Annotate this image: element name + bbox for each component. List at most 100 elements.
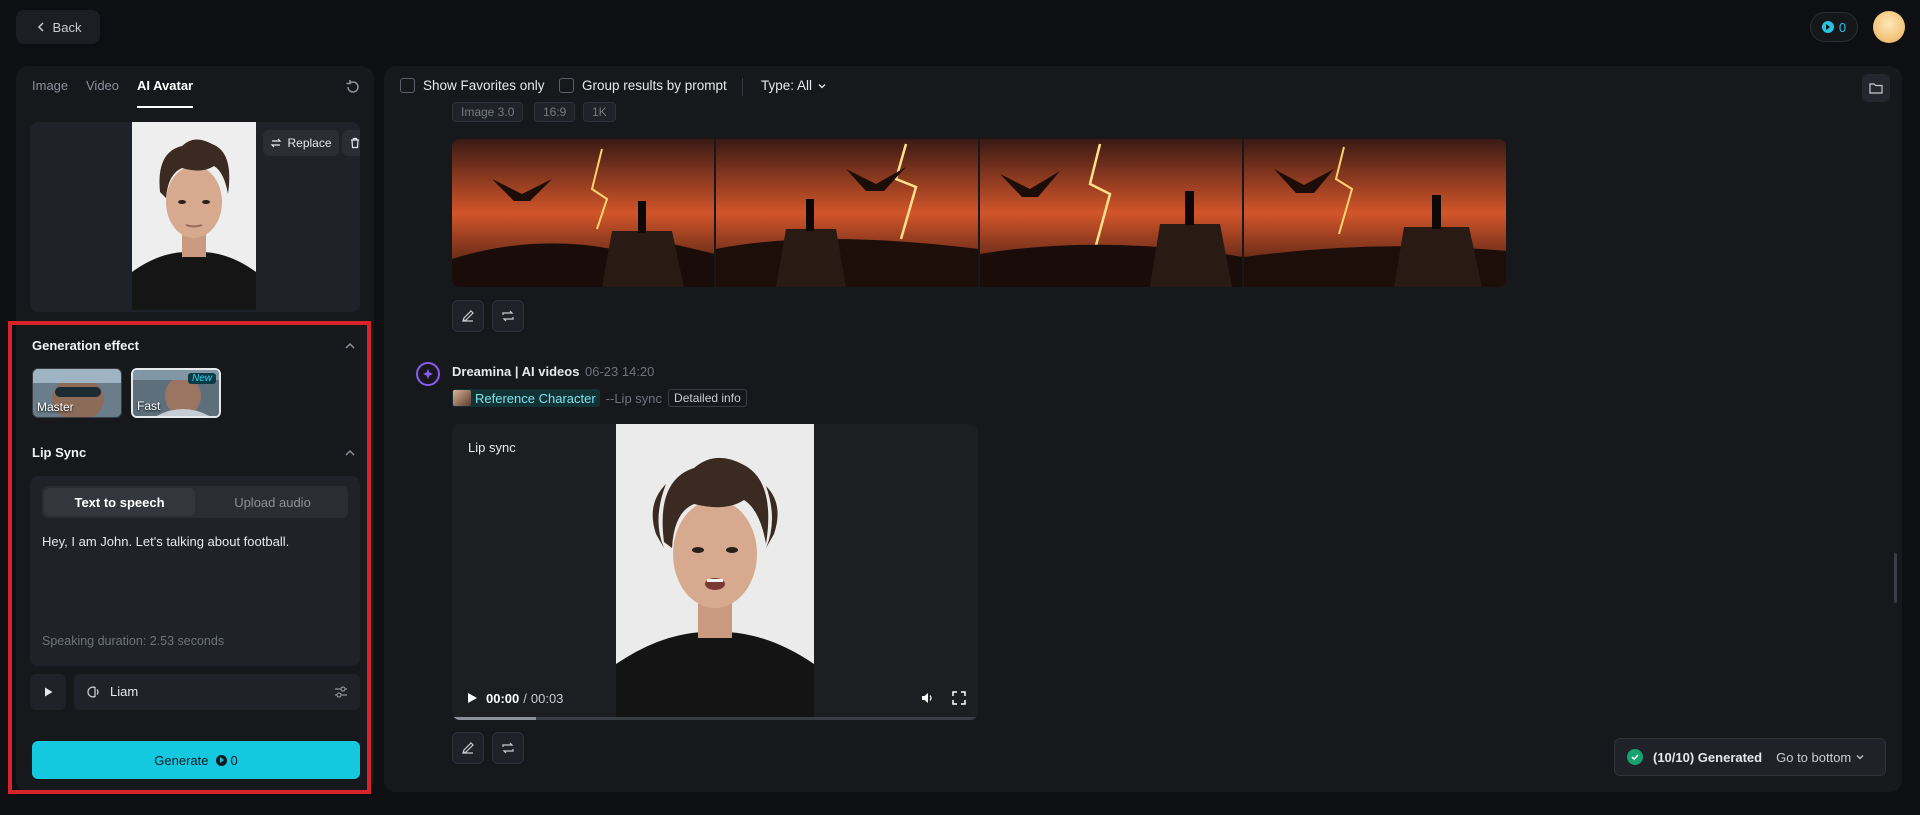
lip-sync-mode: --Lip sync bbox=[605, 390, 663, 406]
prompt-row: Reference Character --Lip sync Detailed … bbox=[452, 389, 747, 407]
go-to-bottom-label: Go to bottom bbox=[1776, 749, 1852, 765]
generated-image[interactable] bbox=[1244, 139, 1506, 287]
repeat-icon bbox=[502, 742, 514, 754]
detailed-info-button[interactable]: Detailed info bbox=[668, 389, 747, 407]
effect-option-fast[interactable]: New Fast bbox=[131, 368, 221, 418]
favorites-checkbox[interactable] bbox=[400, 78, 415, 93]
scrollbar-thumb[interactable] bbox=[1894, 553, 1897, 603]
generated-count: (10/10) Generated bbox=[1653, 749, 1763, 765]
group-filter[interactable]: Group results by prompt bbox=[559, 78, 727, 93]
generate-credits: 0 bbox=[216, 752, 238, 768]
image-results-strip bbox=[452, 139, 1506, 287]
tab-video[interactable]: Video bbox=[86, 78, 119, 108]
video-progress-bar[interactable] bbox=[452, 717, 978, 720]
fullscreen-icon[interactable] bbox=[952, 691, 966, 705]
replace-button[interactable]: Replace bbox=[263, 130, 339, 156]
filter-divider bbox=[742, 78, 743, 96]
back-button[interactable]: Back bbox=[16, 10, 100, 44]
voice-name: Liam bbox=[110, 684, 139, 699]
user-avatar[interactable] bbox=[1873, 11, 1905, 43]
result-source: Dreamina | AI videos bbox=[452, 364, 580, 379]
pencil-icon bbox=[462, 310, 474, 322]
check-circle-icon bbox=[1627, 749, 1643, 765]
favorites-filter[interactable]: Show Favorites only bbox=[400, 78, 545, 93]
generate-button[interactable]: Generate 0 bbox=[32, 741, 360, 779]
folder-button[interactable] bbox=[1862, 74, 1890, 102]
avatar-upload-area[interactable]: Replace bbox=[30, 122, 360, 312]
go-to-bottom-button[interactable]: Go to bottom bbox=[1776, 750, 1865, 765]
type-filter-label: Type: All bbox=[761, 78, 813, 93]
effect-label-master: Master bbox=[37, 400, 74, 414]
play-icon[interactable] bbox=[466, 692, 478, 704]
video-type-label: Lip sync bbox=[468, 440, 516, 455]
lip-sync-box: Text to speech Upload audio Hey, I am Jo… bbox=[30, 476, 360, 666]
reference-label: Reference Character bbox=[475, 390, 596, 406]
video-progress-fill bbox=[452, 717, 537, 720]
result-date: 06-23 bbox=[585, 364, 619, 379]
left-panel: Image Video AI Avatar Replace Generation… bbox=[16, 66, 374, 792]
speech-text-input[interactable]: Hey, I am John. Let's talking about foot… bbox=[42, 534, 289, 549]
credits-count: 0 bbox=[1838, 19, 1847, 35]
tab-ai-avatar[interactable]: AI Avatar bbox=[137, 78, 194, 108]
replace-label: Replace bbox=[287, 136, 332, 150]
repeat-icon bbox=[502, 310, 514, 322]
volume-icon[interactable] bbox=[920, 691, 934, 705]
credit-icon bbox=[1821, 21, 1834, 33]
lip-sync-title: Lip Sync bbox=[32, 445, 87, 460]
generation-status-toast: (10/10) Generated Go to bottom bbox=[1614, 738, 1886, 776]
generated-image[interactable] bbox=[716, 139, 978, 287]
generation-effect-title: Generation effect bbox=[32, 338, 139, 353]
chevron-left-icon bbox=[37, 22, 44, 32]
video-controls: 00:00 / 00:03 bbox=[452, 676, 978, 720]
generate-label: Generate bbox=[154, 752, 209, 768]
avatar-portrait-image bbox=[132, 122, 256, 310]
chevron-down-icon bbox=[818, 83, 826, 88]
tag-model: Image 3.0 bbox=[452, 102, 524, 122]
chevron-down-icon bbox=[1856, 755, 1864, 760]
play-icon bbox=[45, 687, 53, 697]
result-time: 14:20 bbox=[621, 364, 655, 379]
time-separator: / bbox=[523, 690, 527, 706]
credit-icon bbox=[216, 754, 228, 766]
effect-label-fast: Fast bbox=[137, 399, 161, 413]
voice-selector[interactable]: Liam bbox=[74, 674, 360, 710]
generated-image[interactable] bbox=[980, 139, 1242, 287]
edit-button[interactable] bbox=[452, 300, 484, 332]
lip-sync-mode-toggle: Text to speech Upload audio bbox=[42, 486, 348, 518]
chevron-up-icon[interactable] bbox=[344, 340, 356, 352]
settings-sliders-icon[interactable] bbox=[334, 685, 348, 699]
effect-option-master[interactable]: Master bbox=[32, 368, 122, 418]
video-player[interactable]: Lip sync 00:00 / 00:03 bbox=[452, 424, 978, 720]
edit-button[interactable] bbox=[452, 732, 484, 764]
preview-voice-button[interactable] bbox=[30, 674, 66, 710]
type-filter-dropdown[interactable]: Type: All bbox=[761, 78, 827, 93]
reference-character-chip[interactable]: Reference Character bbox=[452, 389, 600, 407]
group-checkbox[interactable] bbox=[559, 78, 574, 93]
mode-upload-audio[interactable]: Upload audio bbox=[197, 486, 348, 518]
regenerate-button[interactable] bbox=[492, 732, 524, 764]
new-badge: New bbox=[187, 373, 216, 384]
reference-thumbnail bbox=[453, 390, 471, 406]
credits-chip[interactable]: 0 bbox=[1810, 12, 1858, 42]
dreamina-logo-icon bbox=[416, 362, 440, 386]
back-label: Back bbox=[52, 19, 82, 35]
favorites-label: Show Favorites only bbox=[423, 78, 545, 93]
regenerate-button[interactable] bbox=[492, 300, 524, 332]
tab-image[interactable]: Image bbox=[32, 78, 68, 108]
tag-resolution: 1K bbox=[583, 102, 616, 122]
trash-icon bbox=[351, 137, 359, 149]
swap-icon bbox=[271, 138, 282, 148]
result-datetime: 06-23 14:20 bbox=[585, 364, 654, 379]
chevron-up-icon[interactable] bbox=[344, 447, 356, 459]
reset-icon[interactable] bbox=[344, 78, 362, 96]
folder-icon bbox=[1869, 83, 1883, 94]
pencil-icon bbox=[462, 742, 474, 754]
group-label: Group results by prompt bbox=[582, 78, 727, 93]
mode-text-to-speech[interactable]: Text to speech bbox=[44, 488, 195, 516]
voice-icon bbox=[87, 686, 99, 698]
current-time: 00:00 bbox=[486, 690, 520, 706]
generated-image[interactable] bbox=[452, 139, 714, 287]
generate-credits-count: 0 bbox=[230, 752, 238, 768]
mode-tabs: Image Video AI Avatar bbox=[16, 66, 374, 110]
delete-button[interactable] bbox=[342, 130, 360, 156]
